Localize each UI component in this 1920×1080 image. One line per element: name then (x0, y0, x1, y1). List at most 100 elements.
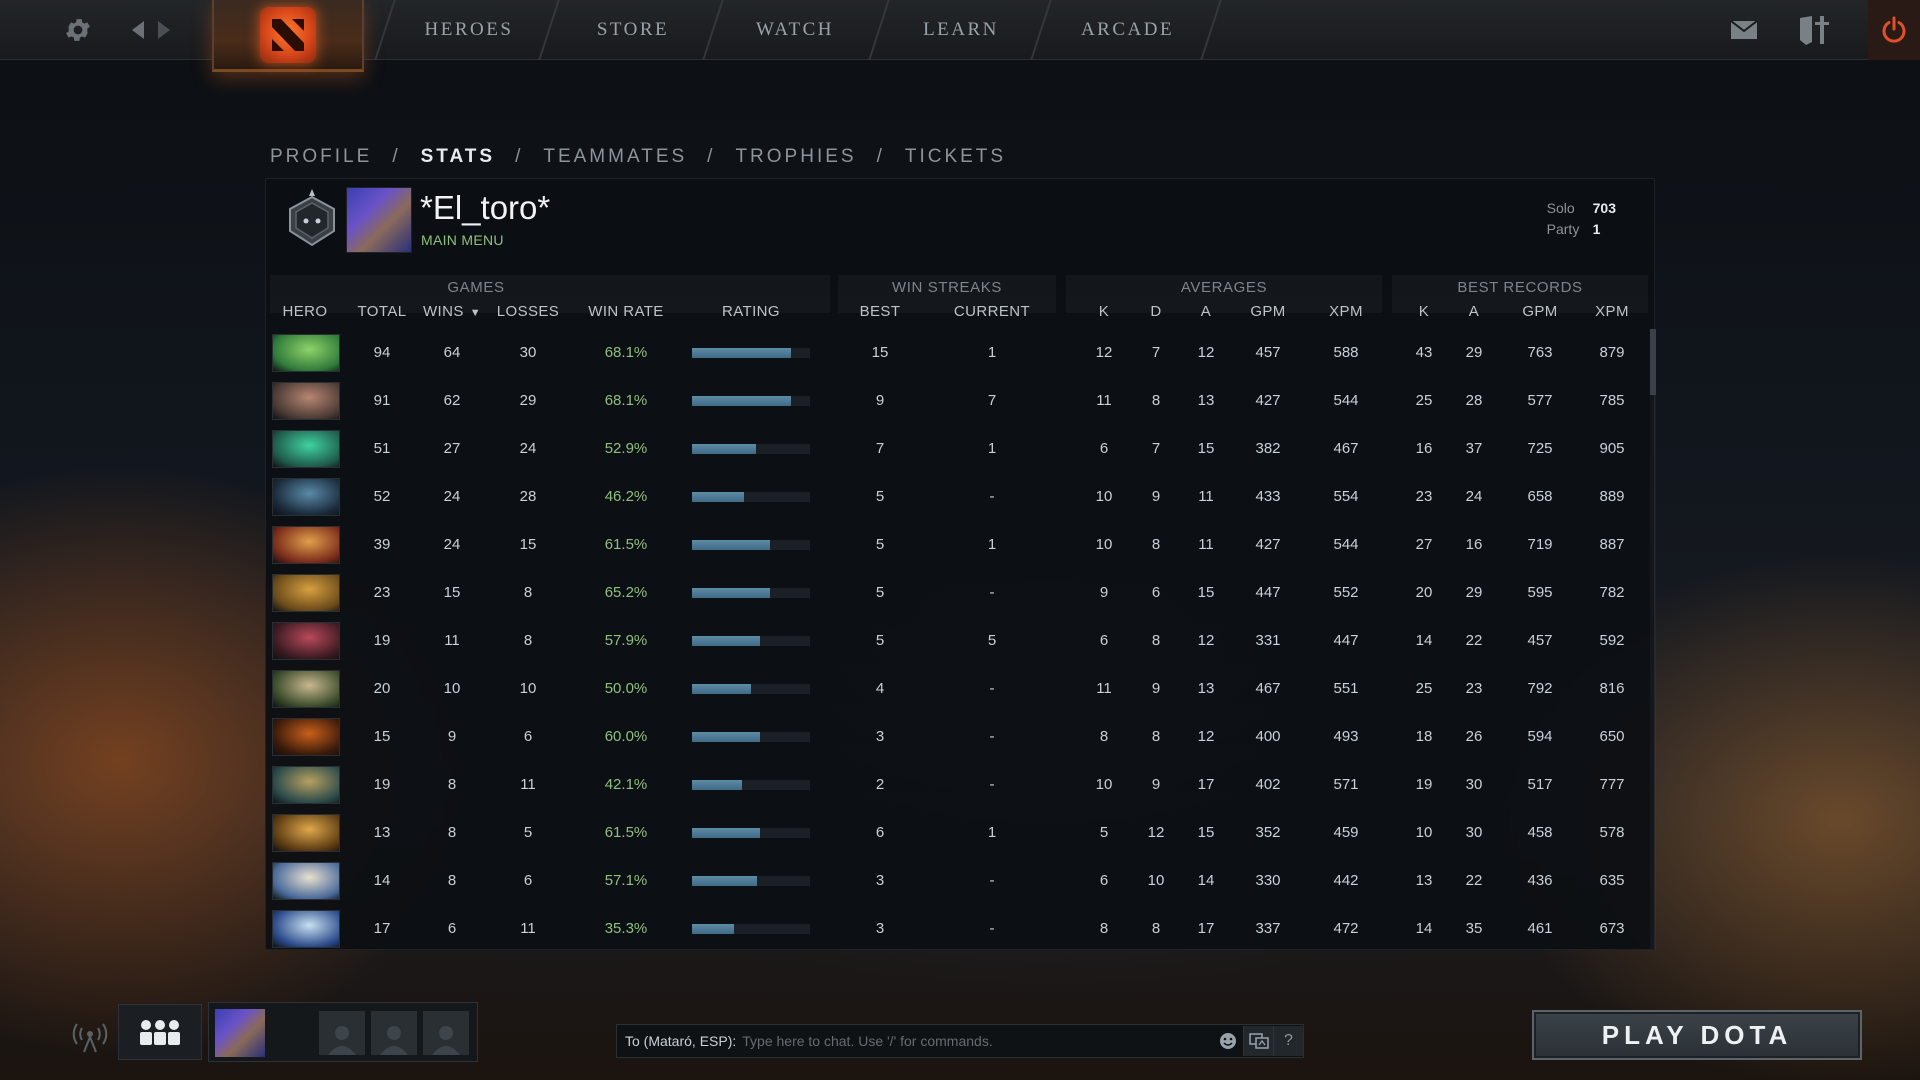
chat-input[interactable] (736, 1033, 1213, 1049)
cell-best-xpm: 887 (1599, 536, 1625, 553)
hero-portrait[interactable] (272, 382, 340, 420)
col-avg-xpm[interactable]: XPM (1316, 303, 1376, 320)
party-member-avatar[interactable] (215, 1009, 265, 1057)
nav-store[interactable]: STORE (568, 0, 698, 60)
cell-avg-a: 13 (1197, 680, 1215, 697)
cell-best-gpm: 458 (1527, 824, 1553, 841)
cell-avg-k: 8 (1099, 728, 1109, 745)
gear-icon[interactable] (60, 12, 96, 48)
cell-best-k: 25 (1415, 680, 1433, 697)
col-total[interactable]: TOTAL (350, 303, 414, 320)
scrollbar-thumb[interactable] (1650, 329, 1656, 395)
mail-icon[interactable] (1724, 10, 1764, 50)
cell-best-xpm: 777 (1599, 776, 1625, 793)
table-row[interactable]: 13 8 5 61.5% 6 1 5 12 15 352 459 10 30 458 578 (266, 809, 1656, 857)
col-rating[interactable]: RATING (692, 303, 810, 320)
hero-portrait[interactable] (272, 910, 340, 948)
table-row[interactable]: 19 11 8 57.9% 5 5 6 8 12 331 447 14 22 457 592 (266, 617, 1656, 665)
nav-heroes[interactable]: HEROES (404, 0, 534, 60)
nav-separator (1200, 0, 1222, 60)
armory-icon[interactable] (1794, 10, 1834, 50)
power-button[interactable] (1868, 0, 1920, 60)
col-avg-gpm[interactable]: GPM (1238, 303, 1298, 320)
play-dota-button[interactable]: PLAY DOTA (1532, 1010, 1862, 1060)
arrow-right-icon[interactable] (146, 12, 182, 48)
cell-avg-xpm: 554 (1333, 488, 1359, 505)
hero-portrait[interactable] (272, 814, 340, 852)
chat-channel-label[interactable]: To (Mataró, ESP): (617, 1033, 736, 1049)
cell-current: - (989, 920, 995, 937)
table-row[interactable]: 17 6 11 35.3% 3 - 8 8 17 337 472 14 35 461 673 (266, 905, 1656, 949)
col-streak-best[interactable]: BEST (846, 303, 914, 320)
cell-avg-a: 15 (1197, 824, 1215, 841)
empty-party-slot[interactable] (423, 1011, 469, 1055)
nav-learn[interactable]: LEARN (896, 0, 1026, 60)
tab-teammates[interactable]: TEAMMATES (543, 146, 687, 168)
col-hero[interactable]: HERO (270, 303, 340, 320)
cell-avg-k: 8 (1099, 920, 1109, 937)
hero-portrait[interactable] (272, 766, 340, 804)
table-row[interactable]: 20 10 10 50.0% 4 - 11 9 13 467 551 25 23 792 816 (266, 665, 1656, 713)
player-avatar[interactable] (346, 187, 412, 253)
party-button[interactable] (118, 1004, 202, 1060)
rating-bar-fill (692, 492, 744, 502)
empty-party-slot[interactable] (371, 1011, 417, 1055)
cell-avg-k: 11 (1096, 680, 1112, 697)
col-best-a[interactable]: A (1452, 303, 1496, 320)
col-avg-k[interactable]: K (1084, 303, 1124, 320)
col-best-k[interactable]: K (1404, 303, 1444, 320)
cell-losses: 11 (520, 920, 536, 937)
tab-tickets[interactable]: TICKETS (905, 146, 1006, 168)
cell-avg-xpm: 544 (1333, 536, 1359, 553)
table-row[interactable]: 19 8 11 42.1% 2 - 10 9 17 402 571 19 30 517 777 (266, 761, 1656, 809)
emoticon-icon[interactable] (1213, 1026, 1243, 1056)
tab-profile[interactable]: PROFILE (270, 146, 372, 168)
cell-total: 19 (373, 776, 391, 793)
cell-best: 5 (875, 584, 885, 601)
hero-portrait[interactable] (272, 622, 340, 660)
table-row[interactable]: 15 9 6 60.0% 3 - 8 8 12 400 493 18 26 594 650 (266, 713, 1656, 761)
col-best-xpm[interactable]: XPM (1582, 303, 1642, 320)
tab-stats[interactable]: STATS (421, 146, 495, 168)
table-row[interactable]: 52 24 28 46.2% 5 - 10 9 11 433 554 23 24 658 889 (266, 473, 1656, 521)
hero-portrait[interactable] (272, 574, 340, 612)
col-streak-current[interactable]: CURRENT (942, 303, 1042, 320)
hero-portrait[interactable] (272, 718, 340, 756)
table-row[interactable]: 23 15 8 65.2% 5 - 9 6 15 447 552 20 29 595 782 (266, 569, 1656, 617)
chat-help-button[interactable]: ? (1273, 1026, 1303, 1056)
cell-avg-gpm: 400 (1255, 728, 1281, 745)
hero-portrait[interactable] (272, 526, 340, 564)
table-row[interactable]: 94 64 30 68.1% 15 1 12 7 12 457 588 43 29 763 879 (266, 329, 1656, 377)
col-losses[interactable]: LOSSES (492, 303, 564, 320)
hero-portrait[interactable] (272, 670, 340, 708)
table-scrollbar[interactable] (1650, 329, 1656, 949)
table-row[interactable]: 39 24 15 61.5% 5 1 10 8 11 427 544 27 16 719 887 (266, 521, 1656, 569)
table-row[interactable]: 91 62 29 68.1% 9 7 11 8 13 427 544 25 28 577 785 (266, 377, 1656, 425)
nav-arcade[interactable]: ARCADE (1060, 0, 1195, 60)
hero-portrait[interactable] (272, 430, 340, 468)
empty-party-slot[interactable] (319, 1011, 365, 1055)
cell-avg-xpm: 571 (1333, 776, 1359, 793)
tab-trophies[interactable]: TROPHIES (735, 146, 856, 168)
rating-bar-fill (692, 876, 757, 886)
chat-translate-icon[interactable] (1243, 1026, 1273, 1056)
cell-best-gpm: 792 (1527, 680, 1553, 697)
cell-avg-xpm: 447 (1333, 632, 1359, 649)
nav-separator (538, 0, 560, 60)
col-avg-d[interactable]: D (1136, 303, 1176, 320)
col-best-gpm[interactable]: GPM (1510, 303, 1570, 320)
hero-portrait[interactable] (272, 478, 340, 516)
hero-portrait[interactable] (272, 334, 340, 372)
cell-losses: 5 (523, 824, 533, 841)
nav-watch[interactable]: WATCH (730, 0, 860, 60)
averages-group-header: AVERAGES (1180, 279, 1268, 296)
table-row[interactable]: 14 8 6 57.1% 3 - 6 10 14 330 442 13 22 436 635 (266, 857, 1656, 905)
cell-avg-d: 10 (1147, 872, 1165, 889)
dota-logo-tab[interactable] (212, 0, 364, 72)
col-wins[interactable]: WINS ▼ (416, 303, 488, 320)
hero-portrait[interactable] (272, 862, 340, 900)
col-win-rate[interactable]: WIN RATE (578, 303, 674, 320)
cell-wins: 8 (447, 824, 457, 841)
col-avg-a[interactable]: A (1186, 303, 1226, 320)
table-row[interactable]: 51 27 24 52.9% 7 1 6 7 15 382 467 16 37 725 905 (266, 425, 1656, 473)
